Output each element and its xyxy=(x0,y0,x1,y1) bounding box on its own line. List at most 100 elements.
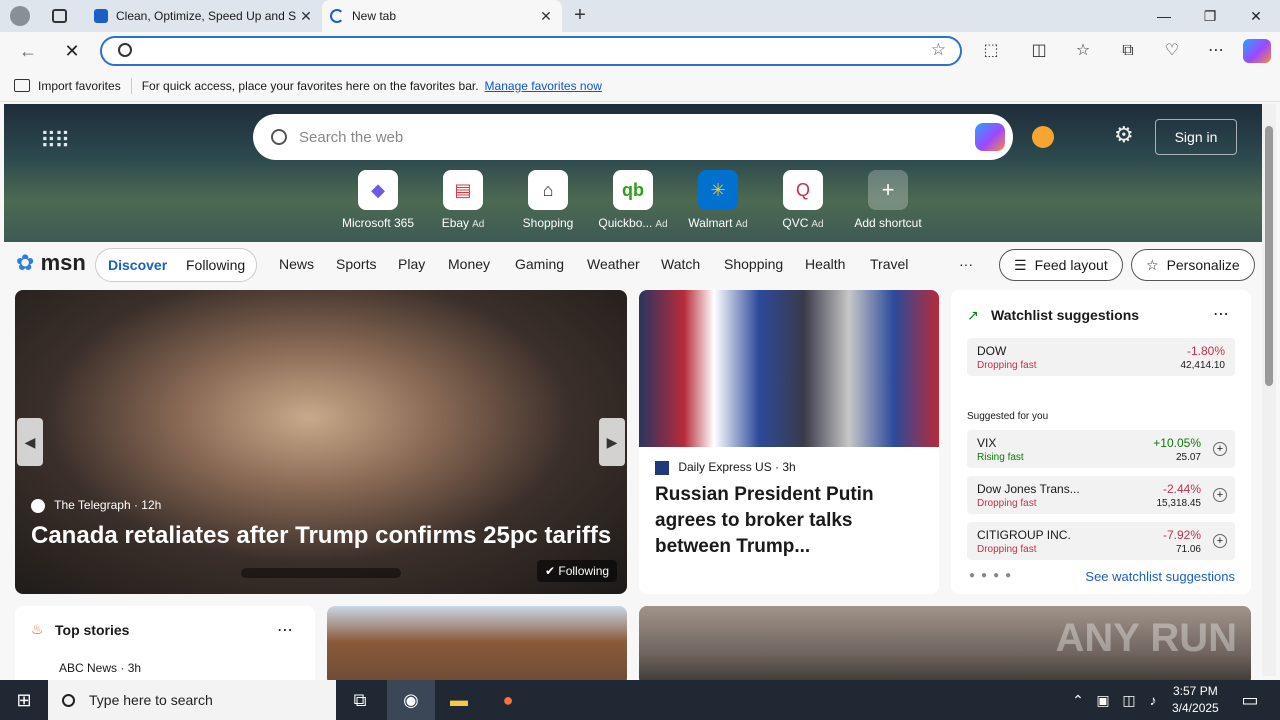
tab-clean-optimize[interactable]: Clean, Optimize, Speed Up and S ✕ xyxy=(86,0,322,32)
add-watch-icon[interactable]: + xyxy=(1213,442,1227,456)
network-icon[interactable]: ▣ xyxy=(1090,680,1116,720)
weather-icon[interactable] xyxy=(1032,126,1054,148)
msn-logo[interactable]: ✿ msn xyxy=(16,250,86,276)
browser-essentials-icon[interactable]: ♡ xyxy=(1157,38,1187,64)
nav-watch[interactable]: Watch xyxy=(661,256,700,272)
import-icon xyxy=(14,79,30,92)
see-watchlist-link[interactable]: See watchlist suggestions xyxy=(1085,569,1235,584)
add-shortcut-button[interactable]: + Add shortcut xyxy=(845,170,931,230)
nav-shopping[interactable]: Shopping xyxy=(724,256,783,272)
search-icon xyxy=(271,129,287,145)
face-story-image[interactable]: ANY RUN xyxy=(639,606,1251,686)
add-watch-icon[interactable]: + xyxy=(1213,488,1227,502)
sign-in-button[interactable]: Sign in xyxy=(1155,119,1237,155)
wifi-icon[interactable]: ◫ xyxy=(1116,680,1142,720)
shortcut-walmart[interactable]: ✳ Walmart Ad xyxy=(675,170,761,230)
tab-discover[interactable]: Discover xyxy=(108,257,167,273)
web-search-box[interactable]: Search the web xyxy=(253,114,1013,160)
settings-gear-icon[interactable]: ⚙ xyxy=(1114,122,1134,148)
carousel-dots[interactable] xyxy=(241,568,401,578)
msn-nav-bar: ✿ msn Discover Following News Sports Pla… xyxy=(4,242,1262,288)
page-scrollbar[interactable] xyxy=(1262,104,1276,676)
walmart-icon: ✳ xyxy=(698,170,738,210)
main-headline[interactable]: Canada retaliates after Trump confirms 2… xyxy=(31,522,611,550)
minimize-button[interactable]: — xyxy=(1141,0,1187,32)
pager-dots[interactable]: ●●●● xyxy=(969,570,1017,581)
file-explorer-icon[interactable]: ▬ xyxy=(435,680,483,720)
windows-start-icon[interactable]: ⊞ xyxy=(0,680,48,720)
feed-layout-button[interactable]: ☰ Feed layout xyxy=(999,249,1123,281)
shortcut-quickbooks[interactable]: qb Quickbo... Ad xyxy=(590,170,676,230)
task-view-icon[interactable]: ⧉ xyxy=(336,680,384,720)
collections-icon[interactable]: ⧉ xyxy=(1113,38,1143,64)
firefox-icon[interactable]: ● xyxy=(484,680,532,720)
nav-more-button[interactable]: ··· xyxy=(959,256,973,272)
watchlist-row-vix[interactable]: VIX Rising fast +10.05% 25.07 + xyxy=(967,430,1235,468)
personalize-button[interactable]: ☆ Personalize xyxy=(1131,249,1255,281)
nav-health[interactable]: Health xyxy=(805,256,845,272)
tab-following[interactable]: Following xyxy=(186,257,245,273)
address-bar[interactable]: ☆ xyxy=(100,36,962,66)
following-badge[interactable]: ✔ Following xyxy=(537,560,618,582)
nav-sports[interactable]: Sports xyxy=(336,256,376,272)
volume-icon[interactable]: ♪ xyxy=(1140,680,1166,720)
edge-icon[interactable]: ◉ xyxy=(387,680,435,720)
solar-roof-story-image[interactable] xyxy=(327,606,627,686)
shortcut-label: QVC xyxy=(782,216,809,230)
notifications-icon[interactable]: ▭ xyxy=(1226,680,1274,720)
nav-travel[interactable]: Travel xyxy=(870,256,908,272)
shortcut-shopping[interactable]: ⌂ Shopping xyxy=(505,170,591,230)
nav-weather[interactable]: Weather xyxy=(587,256,640,272)
watchlist-row-citigroup[interactable]: CITIGROUP INC. Dropping fast -7.92% 71.0… xyxy=(967,522,1235,560)
stock-status: Rising fast xyxy=(977,452,1024,463)
carousel-prev-icon[interactable]: ◀ xyxy=(17,418,43,466)
card-menu-icon[interactable]: ⋯ xyxy=(1213,304,1229,324)
close-window-button[interactable]: ✕ xyxy=(1233,0,1279,32)
clock-date: 3/4/2025 xyxy=(1172,701,1219,715)
app-launcher-icon[interactable]: ⠿⠿ xyxy=(40,128,70,154)
restore-button[interactable]: ❐ xyxy=(1187,0,1233,32)
address-input[interactable] xyxy=(142,41,922,61)
back-arrow-icon[interactable]: ← xyxy=(14,38,42,64)
loading-icon xyxy=(330,9,344,23)
split-screen-icon[interactable]: ◫ xyxy=(1024,38,1054,64)
copilot-search-icon[interactable] xyxy=(975,123,1005,151)
more-options-icon[interactable]: ⋯ xyxy=(1201,38,1231,64)
shortcut-ebay[interactable]: ▤ Ebay Ad xyxy=(420,170,506,230)
tab-title: Clean, Optimize, Speed Up and S xyxy=(116,9,297,23)
system-clock[interactable]: 3:57 PM 3/4/2025 xyxy=(1172,683,1219,717)
shortcut-label: Microsoft 365 xyxy=(341,216,415,230)
new-tab-button[interactable]: + xyxy=(568,4,592,28)
manage-favorites-link[interactable]: Manage favorites now xyxy=(485,79,602,93)
watchlist-row-dow-jones-trans[interactable]: Dow Jones Trans... Dropping fast -2.44% … xyxy=(967,476,1235,514)
new-tab-hero: ⠿⠿ Search the web ⚙ Sign in ◆ Microsoft … xyxy=(4,104,1262,242)
news-card-putin[interactable]: Daily Express US · 3h Russian President … xyxy=(639,290,939,594)
favorite-star-icon[interactable]: ☆ xyxy=(931,40,946,60)
nav-news[interactable]: News xyxy=(279,256,314,272)
stop-loading-icon[interactable]: ✕ xyxy=(58,38,86,64)
shortcut-microsoft-365[interactable]: ◆ Microsoft 365 xyxy=(335,170,421,230)
profile-icon[interactable] xyxy=(10,6,30,26)
nav-play[interactable]: Play xyxy=(398,256,425,272)
taskbar-search[interactable]: Type here to search xyxy=(48,680,336,720)
extensions-icon[interactable]: ⬚ xyxy=(976,38,1006,64)
nav-money[interactable]: Money xyxy=(448,256,490,272)
tab-new-tab[interactable]: New tab ✕ xyxy=(322,0,562,32)
import-favorites-button[interactable]: Import favorites xyxy=(38,79,121,93)
watchlist-row-dow[interactable]: DOW Dropping fast -1.80% 42,414.10 xyxy=(967,338,1235,376)
main-story-card[interactable]: ◀ ▶ The Telegraph · 12h Canada retaliate… xyxy=(15,290,627,594)
favorites-icon[interactable]: ☆ xyxy=(1068,38,1098,64)
close-tab-icon[interactable]: ✕ xyxy=(298,8,314,25)
shortcut-qvc[interactable]: Q QVC Ad xyxy=(760,170,846,230)
copilot-icon[interactable] xyxy=(1243,39,1271,63)
source-name: Daily Express US xyxy=(678,460,772,474)
card-menu-icon[interactable]: ⋯ xyxy=(277,620,293,640)
carousel-next-icon[interactable]: ▶ xyxy=(599,418,625,466)
nav-gaming[interactable]: Gaming xyxy=(515,256,564,272)
quickbooks-icon: qb xyxy=(613,170,653,210)
story-headline[interactable]: Russian President Putin agrees to broker… xyxy=(655,482,925,560)
scrollbar-thumb[interactable] xyxy=(1265,126,1273,386)
close-tab-icon[interactable]: ✕ xyxy=(538,8,554,25)
add-watch-icon[interactable]: + xyxy=(1213,534,1227,548)
tab-actions-icon[interactable] xyxy=(52,9,67,23)
